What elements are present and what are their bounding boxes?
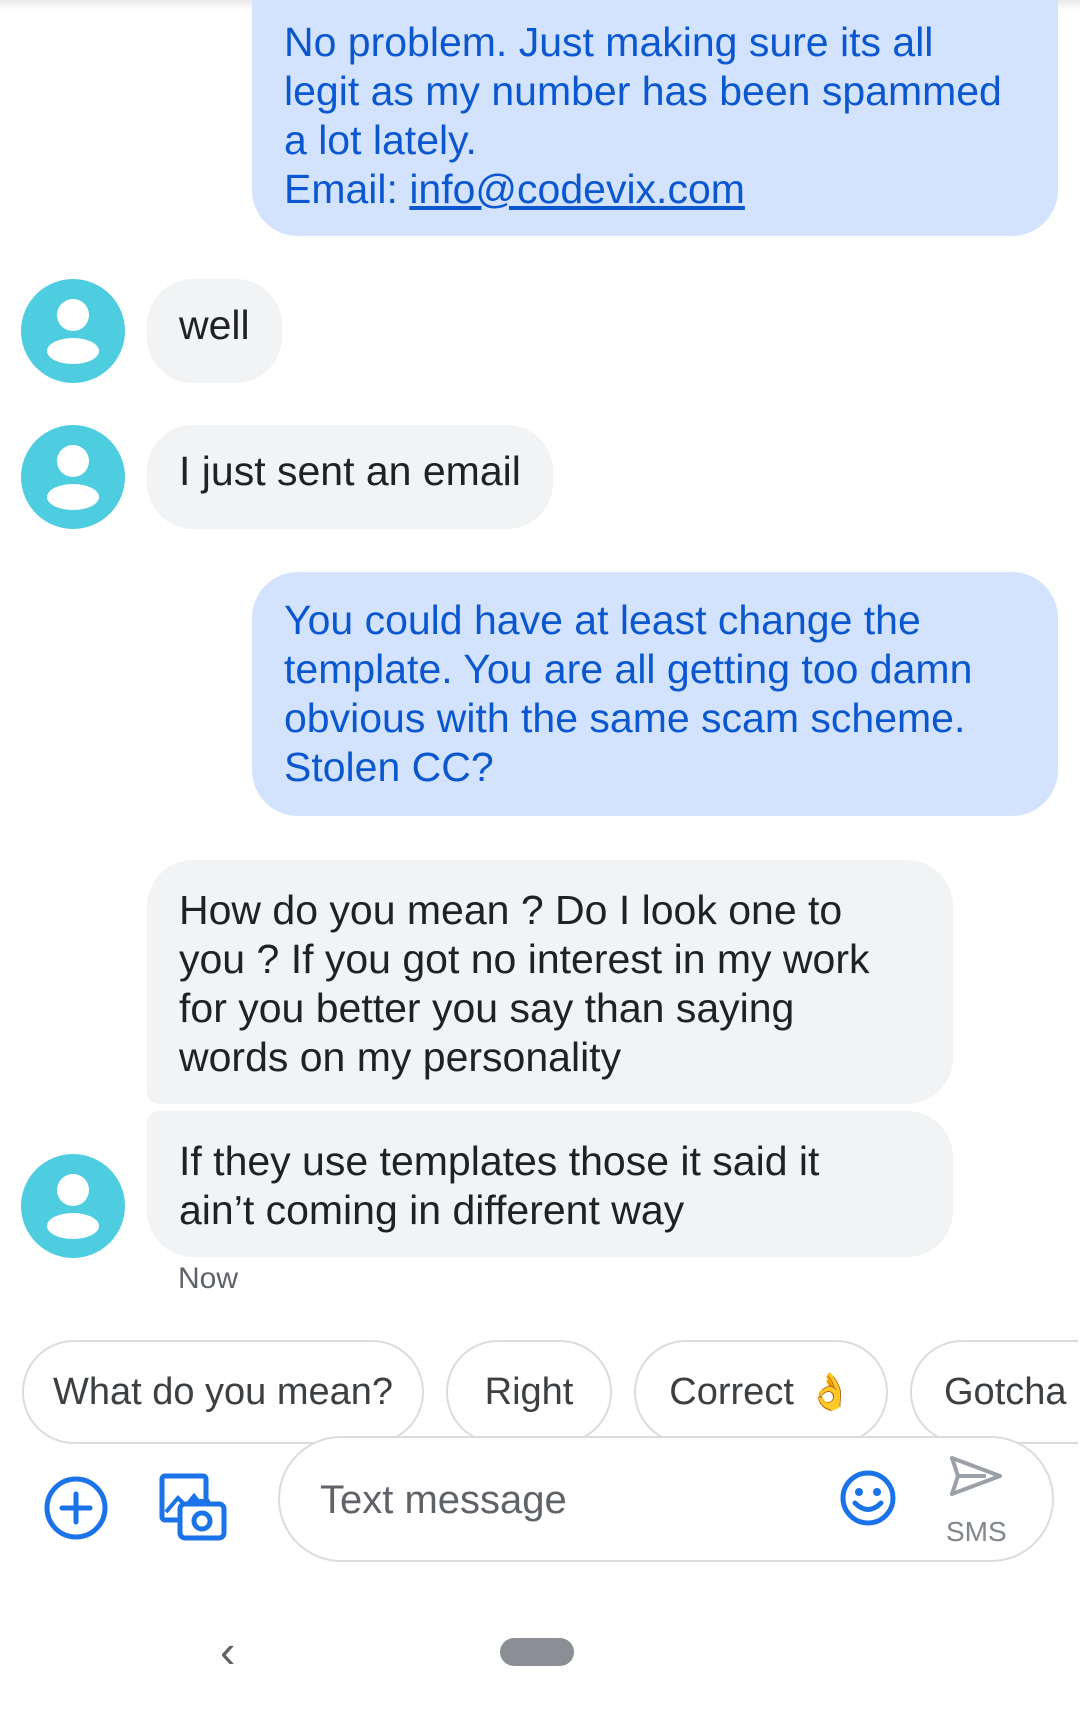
compose-bar: SMS: [278, 1436, 1054, 1562]
nav-home-pill[interactable]: [500, 1638, 574, 1666]
message-timestamp: Now: [178, 1262, 239, 1295]
message-line: You could have at least change the: [284, 597, 921, 643]
contact-avatar[interactable]: [21, 425, 125, 529]
message-input[interactable]: [318, 1466, 792, 1534]
incoming-message[interactable]: If they use templates those it said it a…: [147, 1111, 953, 1257]
outgoing-message[interactable]: No problem. Just making sure its all leg…: [252, 0, 1058, 236]
message-text: I just sent an email: [179, 448, 521, 494]
incoming-message[interactable]: How do you mean ? Do I look one to you ?…: [147, 860, 953, 1104]
send-icon: [950, 1456, 1002, 1496]
message-line: for you better you say than saying: [179, 985, 795, 1031]
email-link[interactable]: info@codevix.com: [409, 166, 745, 212]
message-text: well: [179, 302, 250, 348]
message-line: a lot lately.: [284, 117, 477, 163]
chip-label: Correct: [669, 1370, 794, 1413]
contact-avatar[interactable]: [21, 279, 125, 383]
message-line: How do you mean ? Do I look one to: [179, 887, 843, 933]
message-line: obvious with the same scam scheme.: [284, 695, 966, 741]
chip-label: Right: [484, 1370, 574, 1413]
gallery-camera-icon: [159, 1473, 227, 1541]
message-line: you ? If you got no interest in my work: [179, 936, 870, 982]
sms-label: SMS: [946, 1516, 1007, 1547]
ok-hand-icon: 👌: [807, 1371, 853, 1412]
message-line: ain’t coming in different way: [179, 1187, 685, 1233]
smart-reply-chip[interactable]: Correct 👌: [634, 1340, 888, 1444]
smart-reply-chip[interactable]: What do you mean?: [22, 1340, 424, 1444]
message-line: legit as my number has been spammed: [284, 68, 1002, 114]
incoming-message[interactable]: I just sent an email: [147, 425, 553, 529]
contact-avatar[interactable]: [21, 1154, 125, 1258]
message-line: If they use templates those it said it: [179, 1138, 820, 1184]
person-icon: [47, 445, 99, 510]
person-icon: [47, 1174, 99, 1239]
message-line: Stolen CC?: [284, 744, 494, 790]
smart-reply-chip[interactable]: Gotcha: [910, 1340, 1078, 1444]
emoji-button[interactable]: [838, 1468, 898, 1528]
add-circle-icon: [44, 1476, 108, 1540]
outgoing-message[interactable]: You could have at least change the templ…: [252, 572, 1058, 816]
message-line: template. You are all getting too damn: [284, 646, 973, 692]
emoji-smiley-icon: [840, 1470, 896, 1526]
nav-back-icon[interactable]: ‹: [220, 1628, 235, 1674]
smart-reply-chip[interactable]: Right: [446, 1340, 612, 1444]
chip-label: Gotcha: [944, 1370, 1067, 1413]
email-prefix: Email:: [284, 166, 410, 212]
message-line: No problem. Just making sure its all: [284, 19, 934, 65]
message-line: words on my personality: [179, 1034, 622, 1080]
person-icon: [47, 299, 99, 364]
email-line: Email: info@codevix.com: [284, 165, 1026, 214]
chip-label: What do you mean?: [52, 1370, 394, 1413]
incoming-message[interactable]: well: [147, 279, 282, 383]
add-button[interactable]: [42, 1474, 110, 1542]
gallery-button[interactable]: [156, 1470, 228, 1542]
